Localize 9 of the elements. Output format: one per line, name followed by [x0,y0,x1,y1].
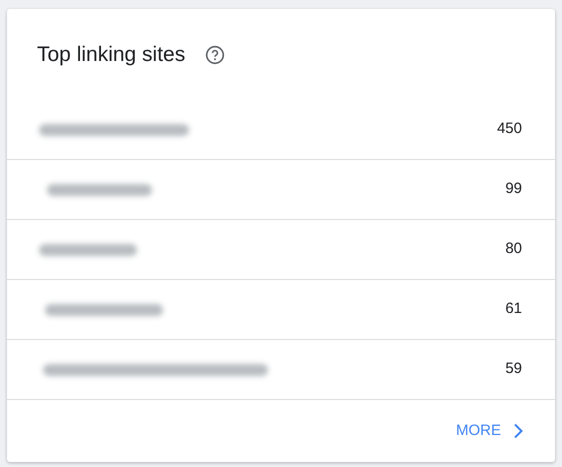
more-button[interactable]: MORE [452,416,527,446]
link-count: 80 [505,239,522,260]
link-count: 99 [505,179,522,200]
link-count: 450 [496,119,522,140]
link-count: 59 [505,359,522,380]
chevron-right-icon [513,423,523,439]
link-count: 61 [505,299,522,320]
card-title: Top linking sites [37,42,186,68]
help-icon[interactable] [205,44,226,64]
